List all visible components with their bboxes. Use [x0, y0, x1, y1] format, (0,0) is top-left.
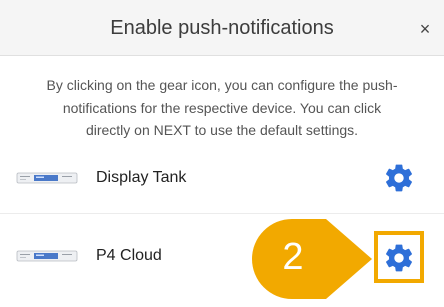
close-button[interactable]: × — [414, 18, 436, 40]
step-number-label: 2 — [282, 236, 304, 278]
device-row: Display Tank — [0, 142, 444, 214]
device-thumbnail — [16, 172, 78, 184]
highlight-box — [374, 231, 424, 283]
device-name: Display Tank — [96, 169, 187, 186]
dialog-title: Enable push-notifications — [110, 17, 334, 39]
device-thumbnail — [16, 250, 78, 262]
gear-icon — [386, 164, 412, 192]
description-text: By clicking on the gear icon, you can co… — [46, 77, 398, 138]
device-name: P4 Cloud — [96, 247, 162, 264]
dialog-header: Enable push-notifications × — [0, 0, 444, 56]
configure-display-tank-button[interactable] — [383, 162, 415, 194]
